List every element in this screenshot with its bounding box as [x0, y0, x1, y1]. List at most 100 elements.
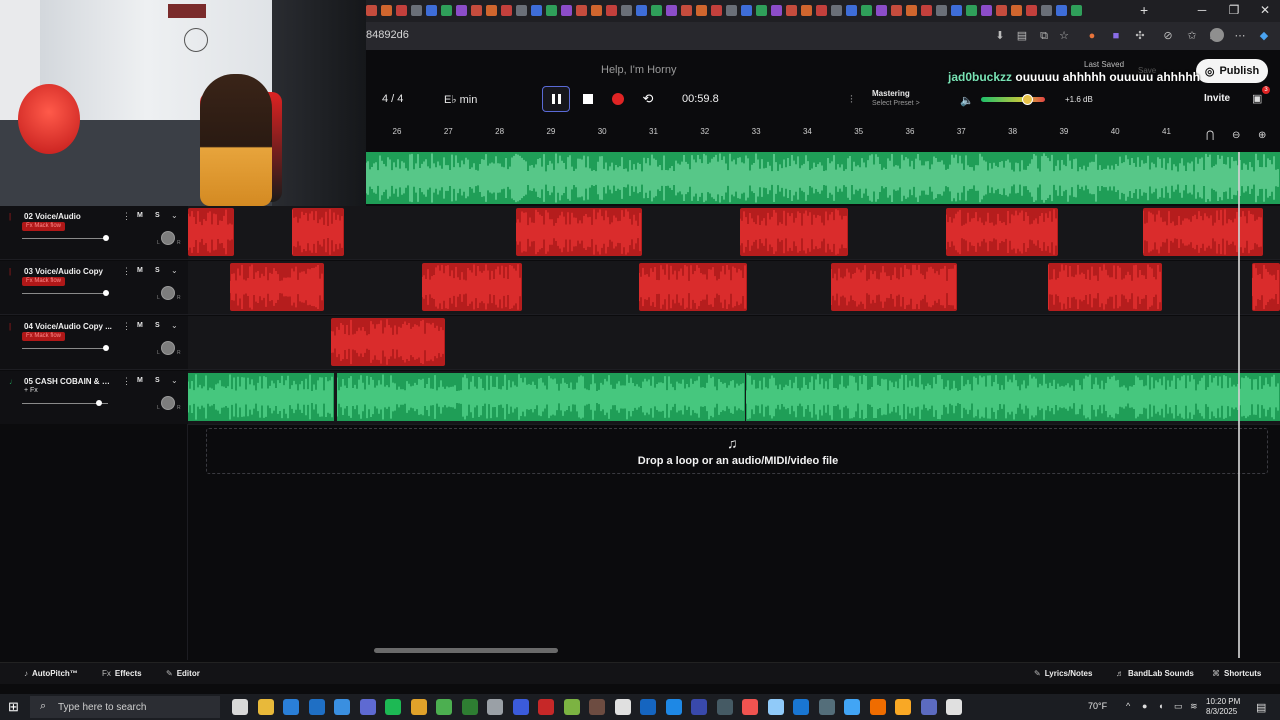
browser-tab-favicon[interactable] [831, 5, 842, 16]
track-volume-knob[interactable] [103, 235, 110, 241]
track-lane[interactable] [188, 371, 1280, 425]
split-screen-icon[interactable]: ⊘ [1162, 30, 1174, 42]
ruler-bar-number[interactable]: 39 [1059, 127, 1068, 136]
solo-button[interactable]: S [155, 267, 160, 274]
audio-clip[interactable] [831, 263, 957, 311]
lyrics-notes-button[interactable]: ✎ Lyrics/Notes [1034, 669, 1092, 678]
ruler-bar-number[interactable]: 33 [752, 127, 761, 136]
browser-tab-favicon[interactable] [996, 5, 1007, 16]
playhead[interactable] [1238, 152, 1240, 658]
profile-avatar-icon[interactable] [1210, 28, 1224, 42]
track-menu-icon[interactable]: ⋮ [122, 376, 131, 387]
address-bar[interactable]: 84892d6 ⬇ ▤ ⧉ ☆ ● ■ ✣ ⊘ ✩ ⊞ ⋯ ◆ [360, 22, 1280, 50]
browser-tab-favicon[interactable] [546, 5, 557, 16]
browser-tab-favicon[interactable] [591, 5, 602, 16]
track-name[interactable]: 05 CASH COBAIN & C... [24, 377, 112, 386]
browser-tab-favicon[interactable] [1026, 5, 1037, 16]
browser-tab-favicon[interactable] [441, 5, 452, 16]
browser-tab-favicon[interactable] [531, 5, 542, 16]
track-volume-slider[interactable] [22, 348, 108, 349]
audio-clip[interactable] [188, 373, 334, 421]
maximize-button[interactable]: ❐ [1224, 3, 1244, 17]
gift-icon[interactable]: ▣ [1252, 92, 1262, 105]
favorite-star-icon[interactable]: ☆ [1058, 30, 1070, 42]
audio-clip[interactable] [292, 208, 344, 256]
audio-clip[interactable] [422, 263, 522, 311]
browser-tab-favicon[interactable] [921, 5, 932, 16]
browser-tab-favicon[interactable] [1071, 5, 1082, 16]
browser-tab-favicon[interactable] [711, 5, 722, 16]
taskbar-app-icon[interactable] [308, 699, 325, 715]
zoom-in-icon[interactable]: ⊕ [1258, 130, 1266, 141]
copilot-icon[interactable]: ◆ [1258, 30, 1270, 42]
taskbar-app-icon[interactable] [538, 699, 554, 715]
browser-tab-favicon[interactable] [876, 5, 887, 16]
ruler-bar-number[interactable]: 41 [1162, 127, 1171, 136]
browser-tab-favicon[interactable] [861, 5, 872, 16]
taskbar-app-icon[interactable] [436, 699, 452, 715]
taskbar-app-icon[interactable] [589, 699, 605, 715]
pause-button[interactable] [542, 86, 570, 112]
ruler-bar-number[interactable]: 30 [598, 127, 607, 136]
browser-tab-favicon[interactable] [516, 5, 527, 16]
browser-tab-favicon[interactable] [366, 5, 377, 16]
track-volume-knob[interactable] [103, 345, 110, 351]
ruler-bar-number[interactable]: 31 [649, 127, 658, 136]
microphone-tray-icon[interactable]: ● [1142, 701, 1147, 711]
audio-clip[interactable] [1252, 263, 1280, 311]
audio-clip[interactable] [331, 318, 445, 366]
browser-tab-favicon[interactable] [456, 5, 467, 16]
taskbar-search-box[interactable]: ⌕ Type here to search [30, 696, 220, 718]
track-header[interactable]: | 03 Voice/Audio Copy Fx Mack flow ⋮ M S ⌄ L R [0, 261, 188, 315]
chevron-down-icon[interactable]: ⌄ [171, 321, 178, 330]
taskbar-app-icon[interactable] [640, 699, 656, 715]
taskbar-app-icon[interactable] [232, 699, 248, 715]
loop-button[interactable]: ⟲ [636, 88, 660, 110]
network-tray-icon[interactable]: ▭ [1174, 701, 1183, 712]
track-fx-button[interactable]: Fx Mack flow [22, 332, 66, 341]
track-menu-icon[interactable]: ⋮ [122, 321, 131, 332]
ruler-bar-number[interactable]: 37 [957, 127, 966, 136]
browser-tab-favicon[interactable] [741, 5, 752, 16]
audio-clip[interactable] [740, 208, 848, 256]
taskbar-app-icon[interactable] [691, 699, 707, 715]
publish-button[interactable]: ◎ Publish [1196, 59, 1268, 83]
invite-button[interactable]: Invite [1204, 93, 1230, 104]
browser-tab-favicon[interactable] [786, 5, 797, 16]
track-volume-knob[interactable] [95, 400, 102, 406]
browser-tab-favicon[interactable] [606, 5, 617, 16]
browser-tab-favicon[interactable] [636, 5, 647, 16]
taskbar-app-icon[interactable] [512, 699, 529, 715]
browser-tab-favicon[interactable] [696, 5, 707, 16]
song-title[interactable]: Help, I'm Horny [601, 64, 676, 76]
audio-clip[interactable] [516, 208, 642, 256]
ruler-bar-number[interactable]: 36 [906, 127, 915, 136]
shortcuts-button[interactable]: ⌘ Shortcuts [1212, 669, 1261, 678]
solo-button[interactable]: S [155, 322, 160, 329]
track-fx-button[interactable]: Fx Mack flow [22, 222, 66, 231]
windows-start-icon[interactable]: ⊞ [8, 699, 19, 715]
key-display[interactable]: E♭ min [444, 93, 477, 106]
horizontal-scrollbar[interactable] [374, 648, 558, 653]
language-tray-icon[interactable]: ≋ [1190, 701, 1198, 712]
puzzle-icon[interactable]: ✣ [1134, 30, 1146, 42]
browser-tab-favicon[interactable] [486, 5, 497, 16]
zoom-out-icon[interactable]: ⊖ [1232, 130, 1240, 141]
track-pan-knob[interactable] [161, 341, 175, 355]
browser-tab-favicon[interactable] [936, 5, 947, 16]
taskbar-app-icon[interactable] [283, 699, 299, 715]
browser-tab-favicon[interactable] [1056, 5, 1067, 16]
ruler-bar-number[interactable]: 28 [495, 127, 504, 136]
browser-tab-favicon[interactable] [381, 5, 392, 16]
audio-clip[interactable] [946, 208, 1058, 256]
browser-tab-favicon[interactable] [756, 5, 767, 16]
master-volume-knob[interactable] [1022, 94, 1034, 105]
track-header[interactable]: | 04 Voice/Audio Copy ... Fx Mack flow ⋮ M S ⌄… [0, 316, 188, 370]
ruler-bar-number[interactable]: 38 [1008, 127, 1017, 136]
browser-tab-favicon[interactable] [411, 5, 422, 16]
master-waveform[interactable] [366, 152, 1280, 204]
browser-tab-favicon[interactable] [846, 5, 857, 16]
taskbar-app-icon[interactable] [895, 699, 911, 715]
taskbar-app-icon[interactable] [359, 699, 376, 715]
mastering-button[interactable]: ⫶ Mastering Select Preset > [850, 88, 940, 112]
